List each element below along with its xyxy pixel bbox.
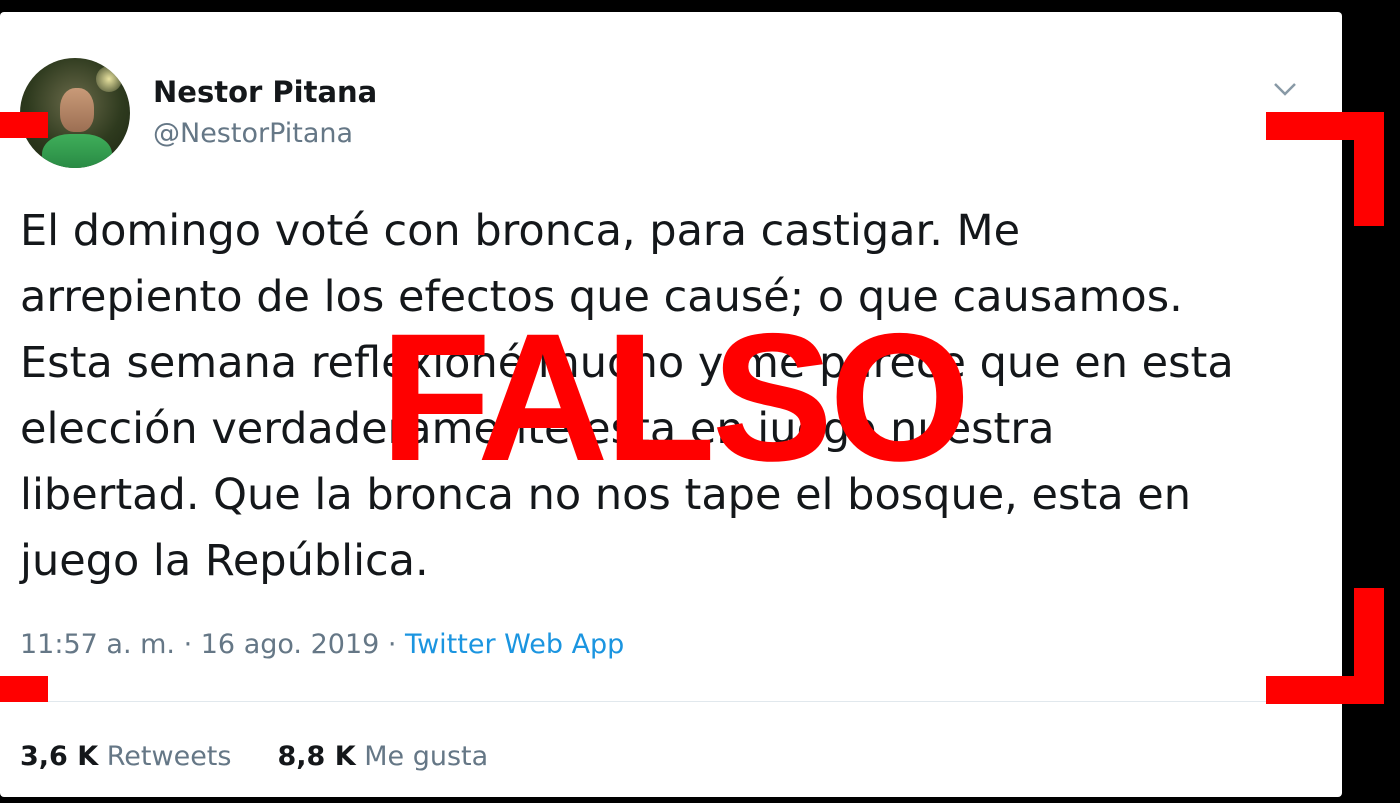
retweets-label: Retweets <box>106 741 232 772</box>
bracket-bottom-left <box>0 676 48 702</box>
meta-separator: · <box>379 629 406 660</box>
source-app-link[interactable]: Twitter Web App <box>405 629 624 660</box>
tweet-time[interactable]: 11:57 a. m. <box>20 629 175 660</box>
tweet-meta: 11:57 a. m. · 16 ago. 2019 · Twitter Web… <box>20 629 624 660</box>
avatar-background-light <box>96 66 122 92</box>
bracket-top-left <box>0 112 48 138</box>
likes-count: 8,8 K <box>277 741 356 772</box>
divider <box>0 701 1342 702</box>
bracket-top-right-v <box>1354 112 1384 226</box>
bracket-bottom-right-v <box>1354 588 1384 704</box>
display-name[interactable]: Nestor Pitana <box>153 75 377 109</box>
retweets-count: 3,6 K <box>20 741 99 772</box>
avatar-head <box>60 88 94 132</box>
likes-stat[interactable]: 8,8 K Me gusta <box>277 741 488 772</box>
user-handle[interactable]: @NestorPitana <box>153 118 353 149</box>
meta-separator: · <box>175 629 201 660</box>
retweets-stat[interactable]: 3,6 K Retweets <box>20 741 231 772</box>
chevron-down-icon[interactable] <box>1270 74 1300 104</box>
tweet-stats: 3,6 K Retweets 8,8 K Me gusta <box>20 741 488 772</box>
tweet-date[interactable]: 16 ago. 2019 <box>201 629 380 660</box>
avatar-shirt <box>42 134 112 168</box>
falso-stamp: FALSO <box>380 295 971 499</box>
likes-label: Me gusta <box>364 741 489 772</box>
